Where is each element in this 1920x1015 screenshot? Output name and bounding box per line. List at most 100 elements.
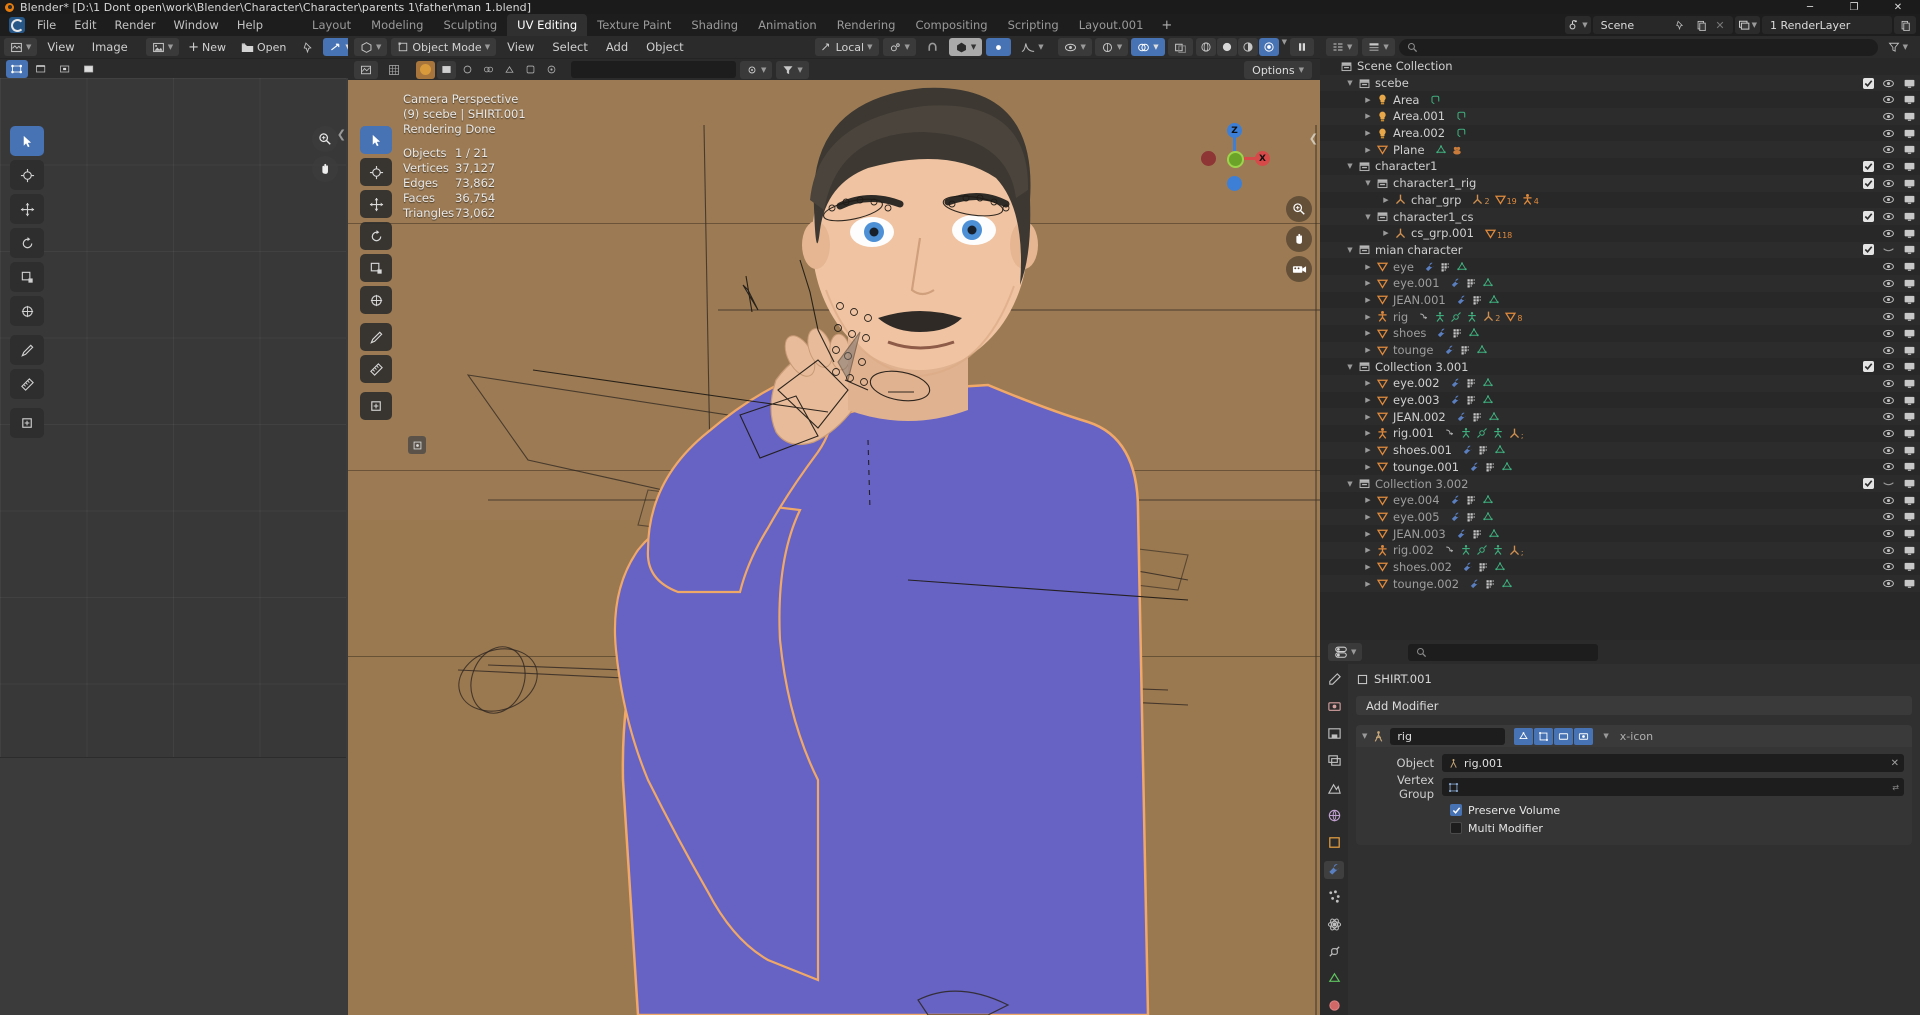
- viewport-rotate-tool[interactable]: [360, 222, 392, 250]
- menu-window[interactable]: Window: [164, 15, 227, 35]
- particles-icon[interactable]: [1478, 444, 1490, 456]
- uv-editor-type-icon[interactable]: ▼: [4, 38, 38, 56]
- outliner-row[interactable]: ▶ cs_grp.001 118: [1320, 225, 1920, 242]
- tab-animation[interactable]: Animation: [748, 14, 827, 36]
- hide-in-viewport-icon[interactable]: [1882, 210, 1895, 223]
- outliner-row[interactable]: ▶ Area.001: [1320, 108, 1920, 125]
- chevron-right-icon[interactable]: ▶: [1362, 396, 1374, 404]
- minimize-button[interactable]: ─: [1788, 0, 1832, 14]
- particles-icon[interactable]: [1466, 277, 1478, 289]
- hide-in-viewport-icon[interactable]: [1882, 277, 1895, 290]
- uv-annotate-tool[interactable]: [10, 335, 44, 365]
- modifier-icon[interactable]: [1456, 528, 1468, 540]
- subheader-pivot-icon[interactable]: ▼: [740, 60, 773, 79]
- modifier-icon[interactable]: [1456, 294, 1468, 306]
- viewport-zoom-icon[interactable]: [1286, 196, 1312, 222]
- chevron-right-icon[interactable]: ▶: [1362, 413, 1374, 421]
- tab-uv-editing[interactable]: UV Editing: [507, 14, 588, 36]
- vertexgroup-invert-icon[interactable]: ⇄: [1892, 783, 1899, 792]
- shading-rendered-icon[interactable]: [1258, 38, 1279, 56]
- hide-in-viewport-icon[interactable]: [1882, 577, 1895, 590]
- properties-tab-physics[interactable]: [1324, 915, 1344, 933]
- mesh-data-icon[interactable]: [1435, 144, 1447, 156]
- modifier-render-icon[interactable]: [1574, 727, 1594, 745]
- tab-texture-paint[interactable]: Texture Paint: [587, 14, 681, 36]
- mesh-data-icon[interactable]: [1482, 277, 1494, 289]
- chevron-right-icon[interactable]: ▶: [1362, 346, 1374, 354]
- modifier-dropdown-icon[interactable]: ▼: [1603, 732, 1608, 740]
- disable-in-viewports-icon[interactable]: [1903, 177, 1916, 190]
- gizmo-icon[interactable]: ▼: [1094, 38, 1129, 56]
- hide-in-viewport-icon[interactable]: [1882, 227, 1895, 240]
- chevron-right-icon[interactable]: ▶: [1362, 446, 1374, 454]
- hide-in-viewport-icon[interactable]: [1882, 143, 1895, 156]
- mesh-data-icon[interactable]: [1494, 444, 1506, 456]
- properties-tab-material[interactable]: [1324, 997, 1344, 1015]
- mesh-data-icon[interactable]: [1482, 494, 1494, 506]
- outliner-checkbox[interactable]: [1863, 211, 1874, 223]
- options-button[interactable]: Options ▼: [1244, 61, 1312, 79]
- chevron-right-icon[interactable]: ▶: [1362, 313, 1374, 321]
- anim-icon[interactable]: [1418, 311, 1430, 323]
- properties-tab-modifier[interactable]: [1324, 860, 1344, 879]
- disable-in-viewports-icon[interactable]: [1903, 260, 1916, 273]
- outliner-checkbox[interactable]: [1863, 361, 1874, 373]
- hide-in-viewport-icon[interactable]: [1882, 110, 1895, 123]
- mesh-data-icon[interactable]: [1468, 327, 1480, 339]
- hide-in-viewport-icon[interactable]: [1882, 260, 1895, 273]
- properties-tab-constraint[interactable]: [1324, 942, 1344, 960]
- modifier-icon[interactable]: [1436, 327, 1448, 339]
- empty-icon-2[interactable]: 2: [1482, 310, 1500, 323]
- uv-zoom-icon[interactable]: [312, 126, 338, 152]
- modifier-icon[interactable]: [1469, 578, 1481, 590]
- disable-in-viewports-icon[interactable]: [1903, 460, 1916, 473]
- disable-in-viewports-icon[interactable]: [1903, 344, 1916, 357]
- disable-in-viewports-icon[interactable]: [1903, 193, 1916, 206]
- visibility-icon[interactable]: ▼: [1058, 38, 1092, 56]
- viewport-add-cube-tool[interactable]: [360, 392, 392, 420]
- blender-logo-icon[interactable]: [6, 16, 28, 34]
- particles-icon[interactable]: [1452, 327, 1464, 339]
- shading-material-icon[interactable]: [1237, 38, 1258, 56]
- uv-display-2-icon[interactable]: [458, 60, 477, 79]
- hide-in-viewport-icon[interactable]: [1882, 310, 1895, 323]
- viewport-search-input[interactable]: [571, 61, 736, 78]
- properties-tab-render[interactable]: [1324, 697, 1344, 715]
- modifier-edit-mode-icon[interactable]: [1534, 727, 1554, 745]
- mesh-data-icon[interactable]: [1501, 578, 1513, 590]
- properties-tab-tool[interactable]: [1324, 670, 1344, 688]
- scene-browse-icon[interactable]: ▼: [1565, 16, 1591, 34]
- outliner-row[interactable]: ▶ rig.001;: [1320, 425, 1920, 442]
- chevron-right-icon[interactable]: ▶: [1362, 146, 1374, 154]
- viewport-annotate-tool[interactable]: [360, 323, 392, 351]
- material-icon[interactable]: [1451, 144, 1463, 156]
- multi-modifier-checkbox[interactable]: [1450, 822, 1462, 834]
- disable-in-viewports-icon[interactable]: [1903, 427, 1916, 440]
- particles-icon[interactable]: [1478, 561, 1490, 573]
- outliner-checkbox[interactable]: [1863, 244, 1874, 256]
- outliner-row[interactable]: ▶ JEAN.002: [1320, 408, 1920, 426]
- pose-icon[interactable]: [1460, 427, 1472, 439]
- viewport-menu-view[interactable]: View: [500, 40, 541, 54]
- particles-icon[interactable]: [1472, 411, 1484, 423]
- particles-icon[interactable]: [1466, 377, 1478, 389]
- uv-image-area[interactable]: [0, 78, 346, 758]
- close-button[interactable]: ✕: [1876, 0, 1920, 14]
- viewport-tweak-tool[interactable]: [360, 126, 392, 154]
- chevron-down-icon[interactable]: ▼: [1362, 179, 1374, 187]
- hide-in-viewport-icon[interactable]: [1882, 510, 1895, 523]
- disable-in-viewports-icon[interactable]: [1903, 410, 1916, 423]
- uv-canvas[interactable]: ❮: [0, 78, 348, 1015]
- uv-island-select-icon[interactable]: [78, 59, 100, 78]
- tab-rendering[interactable]: Rendering: [827, 14, 906, 36]
- particles-icon[interactable]: [1485, 578, 1497, 590]
- mesh-data-icon[interactable]: [1456, 261, 1468, 273]
- modifier-name-field[interactable]: rig: [1390, 727, 1506, 745]
- tab-shading[interactable]: Shading: [681, 14, 748, 36]
- particles-icon[interactable]: [1485, 461, 1497, 473]
- hide-in-viewport-icon[interactable]: [1882, 77, 1895, 90]
- preserve-volume-checkbox[interactable]: [1450, 804, 1462, 816]
- hide-in-viewport-icon[interactable]: [1882, 494, 1895, 507]
- menu-help[interactable]: Help: [228, 15, 272, 35]
- outliner-search-input[interactable]: [1398, 38, 1878, 56]
